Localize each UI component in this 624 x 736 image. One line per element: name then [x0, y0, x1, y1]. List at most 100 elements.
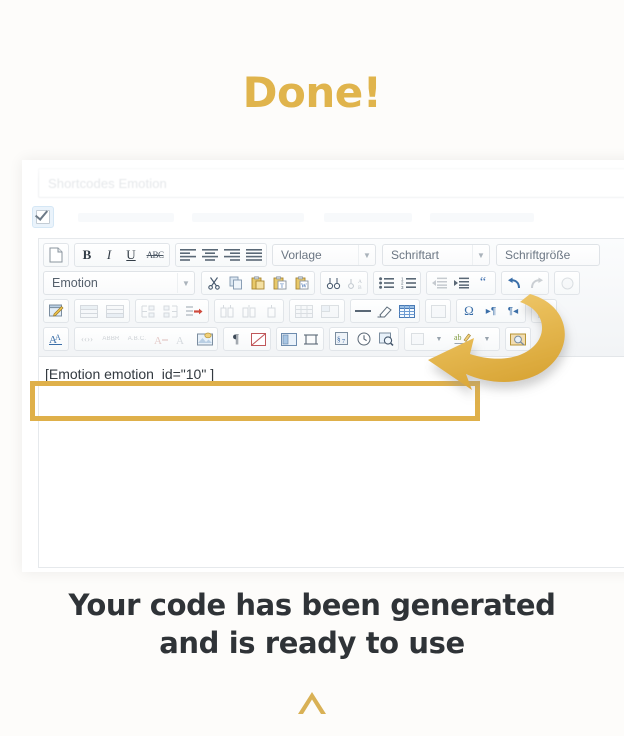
horizontal-split-icon[interactable]	[300, 329, 322, 349]
citation-icon[interactable]: § 7	[331, 329, 353, 349]
chevron-down-icon: ▼	[177, 273, 194, 293]
toolbar-group-html	[43, 299, 69, 323]
toolbar-group-document	[43, 243, 69, 267]
redo-icon[interactable]	[525, 273, 547, 293]
rich-text-editor[interactable]: B I U ABC Vorlage ▼ Schriftart ▼ Schrift…	[38, 238, 624, 568]
toggle-guidelines-icon[interactable]	[396, 301, 418, 321]
ltr-icon[interactable]: ▸¶	[480, 301, 502, 321]
insert-media-icon[interactable]	[507, 329, 529, 349]
special-character-icon[interactable]: Ω	[458, 301, 480, 321]
svg-text:§: §	[337, 336, 341, 344]
svg-text:A: A	[55, 333, 61, 342]
toolbar-group-search: A B	[320, 271, 368, 295]
outdent-icon[interactable]	[428, 273, 450, 293]
help-icon[interactable]	[556, 273, 578, 293]
delete-column-icon[interactable]	[260, 301, 282, 321]
svg-text:T: T	[280, 283, 284, 290]
spellcheck-icon[interactable]: ab	[450, 329, 476, 349]
undo-icon[interactable]	[503, 273, 525, 293]
new-document-icon[interactable]	[45, 245, 67, 265]
anchor-icon[interactable]: A A	[45, 329, 67, 349]
bold-icon[interactable]: B	[76, 245, 98, 265]
svg-text:A: A	[154, 335, 162, 346]
toolbar-group-history	[501, 271, 549, 295]
toolbar-group-chars: Ω ▸¶ ¶◂	[456, 299, 526, 323]
spellcheck-dropdown-icon[interactable]: ▼	[476, 329, 498, 349]
remove-formatting-icon[interactable]	[374, 301, 396, 321]
abbr-icon[interactable]: ABBR	[98, 329, 124, 349]
more-icon[interactable]	[533, 301, 555, 321]
toolbar-group-typography: ‹‹›› ABBR A.B.C. A A	[74, 327, 218, 351]
indent-icon[interactable]	[450, 273, 472, 293]
paste-as-text-icon[interactable]: T	[269, 273, 291, 293]
svg-text:3: 3	[401, 285, 404, 289]
align-justify-icon[interactable]	[243, 245, 265, 265]
style-icon[interactable]	[406, 329, 428, 349]
edit-html-icon[interactable]	[45, 301, 67, 321]
scroll-up-button[interactable]	[0, 690, 624, 721]
horizontal-rule-icon[interactable]	[352, 301, 374, 321]
insert-column-before-icon[interactable]	[216, 301, 238, 321]
strikethrough-icon[interactable]: ABC	[142, 245, 168, 265]
table-row-properties-icon[interactable]	[291, 301, 317, 321]
spellcheck-arrow-icon[interactable]: ▼	[428, 329, 450, 349]
ghost-label-4	[430, 213, 534, 222]
align-right-icon[interactable]	[221, 245, 243, 265]
split-cell-icon[interactable]	[137, 301, 159, 321]
template-select[interactable]: Vorlage ▼	[272, 244, 376, 266]
toolbar-group-invisibles: ¶	[223, 327, 271, 351]
rtl-icon[interactable]: ¶◂	[502, 301, 524, 321]
align-left-icon[interactable]	[177, 245, 199, 265]
insert-layer-icon[interactable]	[278, 329, 300, 349]
find-icon[interactable]	[322, 273, 344, 293]
find-and-replace-icon[interactable]: A B	[344, 273, 366, 293]
svg-text:7: 7	[342, 339, 345, 345]
insert-column-after-icon[interactable]	[238, 301, 260, 321]
toolbar-group-extra-2	[554, 271, 580, 295]
blockquote-icon[interactable]: “	[472, 273, 494, 293]
toolbar-group-media	[505, 327, 531, 351]
insert-date-icon[interactable]	[353, 329, 375, 349]
insert-image-icon[interactable]	[194, 329, 216, 349]
enable-checkbox[interactable]	[32, 206, 54, 228]
editor-content-area[interactable]: [Emotion emotion_id="10" ]	[39, 362, 624, 567]
align-center-icon[interactable]	[199, 245, 221, 265]
superscript-icon[interactable]: A	[172, 329, 194, 349]
show-invisibles-icon[interactable]: ¶	[225, 329, 247, 349]
preview-icon[interactable]	[375, 329, 397, 349]
caption-line-2: and is ready to use	[159, 626, 465, 660]
toolbar-row-1: B I U ABC Vorlage ▼ Schriftart ▼ Schrift…	[39, 241, 624, 269]
copy-icon[interactable]	[225, 273, 247, 293]
underline-icon[interactable]: U	[120, 245, 142, 265]
toolbar-group-lists: 123	[373, 271, 421, 295]
svg-text:ab: ab	[454, 333, 462, 342]
font-size-select[interactable]: Schriftgröße	[496, 244, 600, 266]
subscript-icon[interactable]: A	[150, 329, 172, 349]
editor-screenshot-panel: Shortcodes Emotion B I U ABC Vorlage ▼ S…	[22, 160, 624, 572]
toolbar-group-tail-3	[531, 299, 557, 323]
merge-cell-icon[interactable]	[159, 301, 181, 321]
toolbar-group-table-rows	[74, 299, 130, 323]
insert-row-after-icon[interactable]	[102, 301, 128, 321]
toolbar-group-clipboard: T W	[201, 271, 315, 295]
font-family-select-value: Schriftart	[391, 248, 440, 262]
toolbar-group-spellcheck: ▼ ab ▼	[404, 327, 500, 351]
acronym-icon[interactable]: A.B.C.	[124, 329, 150, 349]
toolbar-group-table-props	[289, 299, 345, 323]
delete-row-icon[interactable]	[181, 301, 207, 321]
bullet-list-icon[interactable]	[375, 273, 397, 293]
table-cell-properties-icon[interactable]	[317, 301, 343, 321]
shortcode-style-select[interactable]: Emotion ▼	[43, 271, 195, 295]
italic-icon[interactable]: I	[98, 245, 120, 265]
cut-icon[interactable]	[203, 273, 225, 293]
quote-open-icon[interactable]: ‹‹››	[76, 329, 98, 349]
paste-icon[interactable]	[247, 273, 269, 293]
numbered-list-icon[interactable]: 123	[397, 273, 419, 293]
paste-from-word-icon[interactable]: W	[291, 273, 313, 293]
editor-toolbars: B I U ABC Vorlage ▼ Schriftart ▼ Schrift…	[39, 239, 624, 357]
insert-row-before-icon[interactable]	[76, 301, 102, 321]
page-break-icon[interactable]	[247, 329, 269, 349]
font-family-select[interactable]: Schriftart ▼	[382, 244, 490, 266]
post-title-input[interactable]: Shortcodes Emotion	[38, 168, 624, 198]
table-extra-icon[interactable]	[427, 301, 449, 321]
